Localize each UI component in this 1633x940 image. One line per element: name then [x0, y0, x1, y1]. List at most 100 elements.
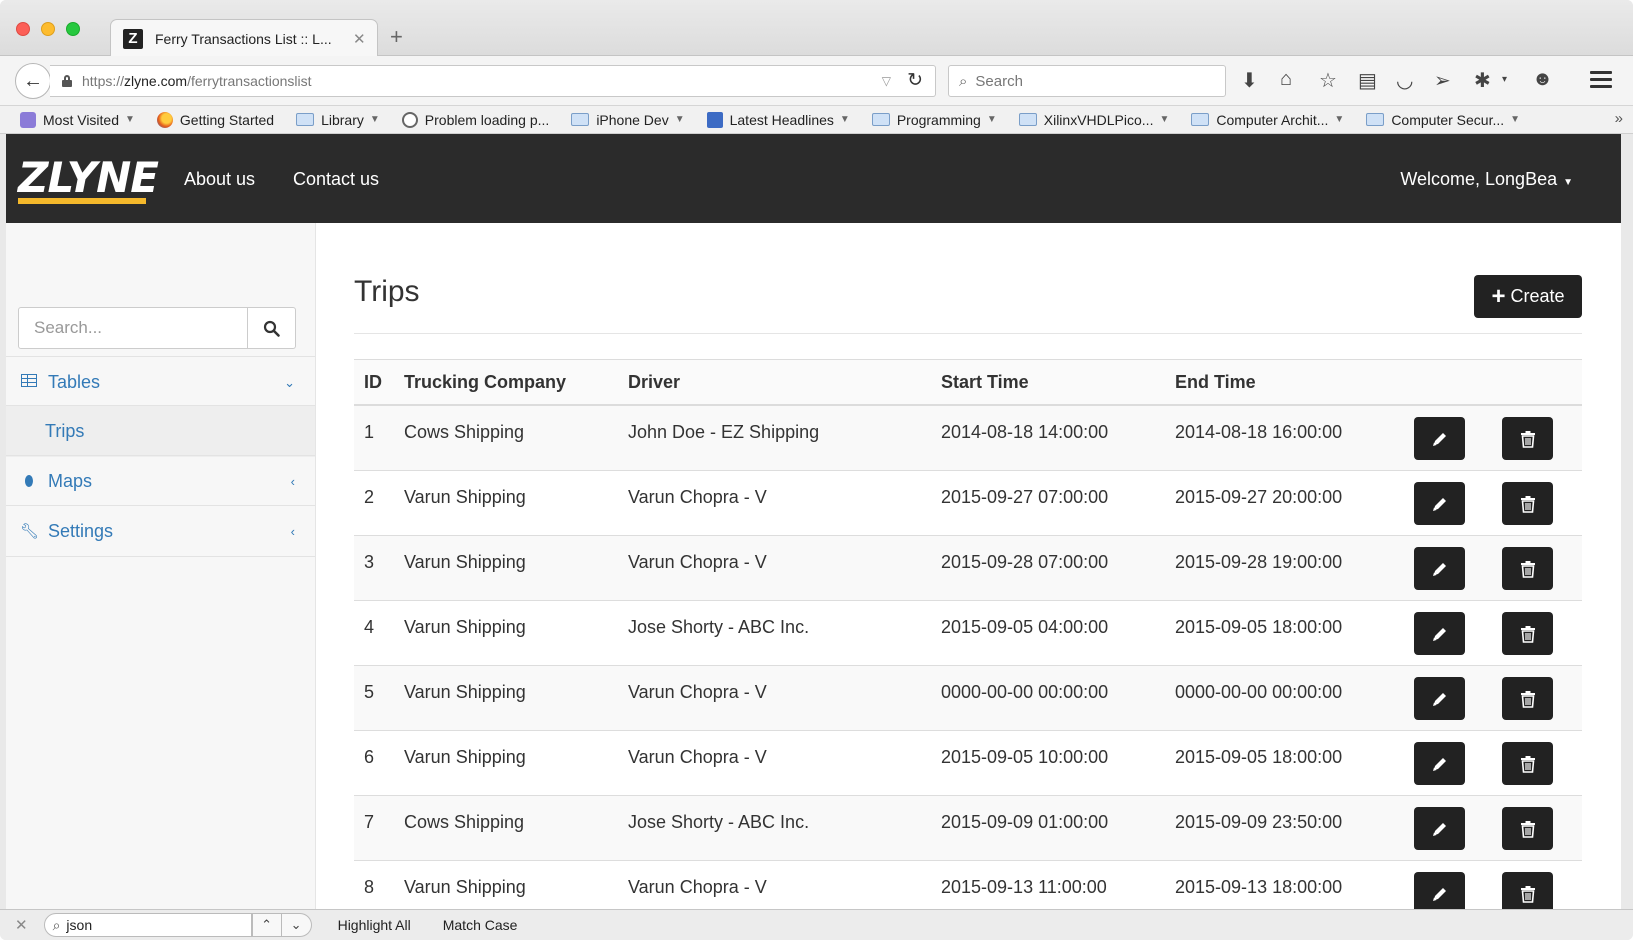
sidebar-search-button[interactable] [248, 307, 296, 349]
edit-button[interactable] [1414, 482, 1465, 525]
back-button[interactable]: ← [15, 63, 51, 99]
reload-icon[interactable]: ↻ [907, 69, 923, 92]
main-content: Trips + Create ID Trucking Company Drive… [316, 223, 1621, 909]
home-icon[interactable]: ⌂ [1280, 68, 1292, 91]
create-button[interactable]: + Create [1474, 275, 1582, 318]
trash-icon [1520, 690, 1535, 708]
sidebar-search: Search... [18, 307, 296, 349]
chat-icon[interactable]: ☻ [1532, 68, 1553, 91]
sidebar-item-tables[interactable]: Tables ⌄ [6, 356, 315, 408]
browser-search-input[interactable]: ⌕ Search [948, 65, 1226, 97]
new-tab-icon[interactable]: + [390, 24, 403, 50]
close-window-button[interactable] [16, 22, 30, 36]
delete-button[interactable] [1502, 547, 1553, 590]
rss-icon [706, 111, 723, 128]
folder-icon [1018, 113, 1037, 126]
bookmark-computer-archit[interactable]: Computer Archit... ▼ [1191, 112, 1344, 128]
edit-button[interactable] [1414, 872, 1465, 909]
driver-cell: Jose Shorty - ABC Inc. [628, 812, 810, 832]
url-dropdown-icon[interactable]: ▽ [882, 74, 891, 88]
nav-contact-us[interactable]: Contact us [293, 169, 379, 190]
id-cell: 3 [364, 552, 375, 572]
pencil-icon [1432, 757, 1446, 771]
close-find-icon[interactable]: ✕ [15, 916, 28, 934]
find-next-button[interactable]: ⌄ [281, 913, 312, 937]
table-row: 6 Varun Shipping Varun Chopra - V 2015-09-0… [354, 731, 1582, 796]
delete-button[interactable] [1502, 742, 1553, 785]
delete-button[interactable] [1502, 612, 1553, 655]
bookmark-getting-started[interactable]: Getting Started [156, 111, 274, 128]
highlight-all-toggle[interactable]: Highlight All [338, 917, 411, 933]
end-time-cell: 2015-09-05 18:00:00 [1175, 617, 1343, 637]
edit-button[interactable] [1414, 417, 1465, 460]
chevron-left-icon: ‹ [290, 474, 295, 489]
zoom-window-button[interactable] [66, 22, 80, 36]
column-header[interactable]: Trucking Company [404, 372, 628, 393]
company-cell: Varun Shipping [404, 682, 526, 702]
browser-tab[interactable]: Z Ferry Transactions List :: L... ✕ [110, 19, 378, 57]
bookmarks-overflow-icon[interactable]: » [1615, 110, 1623, 127]
extension-dropdown-icon[interactable]: ▾ [1502, 74, 1507, 85]
close-tab-icon[interactable]: ✕ [353, 30, 366, 48]
folder-icon [1191, 113, 1210, 126]
delete-button[interactable] [1502, 807, 1553, 850]
sidebar-search-input[interactable]: Search... [18, 307, 248, 349]
bookmark-most-visited[interactable]: Most Visited ▼ [20, 111, 135, 128]
pocket-icon[interactable]: ◡ [1396, 68, 1413, 93]
driver-cell: Varun Chopra - V [628, 552, 767, 572]
column-header[interactable]: Start Time [941, 372, 1175, 393]
menu-icon[interactable] [1590, 71, 1612, 92]
delete-button[interactable] [1502, 872, 1553, 909]
bookmark-library[interactable]: Library ▼ [296, 112, 380, 128]
id-cell: 2 [364, 487, 375, 507]
delete-button[interactable] [1502, 417, 1553, 460]
bookmark-xilinx[interactable]: XilinxVHDLPico... ▼ [1018, 112, 1169, 128]
caret-down-icon: ▼ [1563, 177, 1573, 188]
column-header[interactable]: Driver [628, 372, 941, 393]
minimize-window-button[interactable] [41, 22, 55, 36]
edit-button[interactable] [1414, 742, 1465, 785]
column-header[interactable]: ID [354, 372, 404, 393]
chevron-left-icon: ‹ [290, 523, 295, 539]
bookmark-star-icon[interactable]: ☆ [1319, 68, 1337, 93]
table-row: 1 Cows Shipping John Doe - EZ Shipping 2014… [354, 406, 1582, 471]
bookmark-problem-loading[interactable]: Problem loading p... [401, 111, 549, 128]
id-cell: 7 [364, 812, 375, 832]
url-bar[interactable]: https://zlyne.com/ferrytransactionslist … [50, 65, 936, 97]
chevron-down-icon: ⌄ [284, 374, 295, 390]
download-icon[interactable]: ⬇ [1241, 68, 1258, 93]
find-previous-button[interactable]: ⌃ [251, 913, 282, 937]
bookmark-programming[interactable]: Programming ▼ [871, 112, 997, 128]
user-menu[interactable]: Welcome, LongBea ▼ [1400, 169, 1573, 190]
id-cell: 5 [364, 682, 375, 702]
id-cell: 6 [364, 747, 375, 767]
sidebar-item-trips[interactable]: Trips [6, 405, 315, 457]
table-row: 7 Cows Shipping Jose Shorty - ABC Inc. 2015… [354, 796, 1582, 861]
trash-icon [1520, 820, 1535, 838]
bookmark-iphone-dev[interactable]: iPhone Dev ▼ [571, 112, 685, 128]
extension-icon[interactable]: ✱ [1474, 68, 1491, 93]
trash-icon [1520, 625, 1535, 643]
sidebar-item-settings[interactable]: 🔧︎ Settings ‹ [6, 505, 315, 557]
url-text: https://zlyne.com/ferrytransactionslist [82, 73, 312, 89]
edit-button[interactable] [1414, 807, 1465, 850]
sidebar-item-maps[interactable]: ⬮ Maps ‹ [6, 455, 315, 507]
find-input[interactable]: ⌕ json [43, 913, 252, 937]
bookmark-computer-secur[interactable]: Computer Secur... ▼ [1366, 112, 1520, 128]
edit-button[interactable] [1414, 677, 1465, 720]
page-title: Trips [354, 275, 420, 308]
send-icon[interactable]: ➢ [1434, 68, 1451, 93]
edit-button[interactable] [1414, 612, 1465, 655]
reading-list-icon[interactable]: ▤ [1358, 68, 1377, 93]
delete-button[interactable] [1502, 677, 1553, 720]
nav-about-us[interactable]: About us [184, 169, 255, 190]
table-header: ID Trucking Company Driver Start Time En… [354, 359, 1582, 406]
bookmark-latest-headlines[interactable]: Latest Headlines ▼ [706, 111, 850, 128]
driver-cell: Varun Chopra - V [628, 877, 767, 897]
company-cell: Varun Shipping [404, 747, 526, 767]
zlyne-logo[interactable]: ZLYNE [18, 156, 159, 204]
match-case-toggle[interactable]: Match Case [443, 917, 518, 933]
edit-button[interactable] [1414, 547, 1465, 590]
delete-button[interactable] [1502, 482, 1553, 525]
column-header[interactable]: End Time [1175, 372, 1412, 393]
